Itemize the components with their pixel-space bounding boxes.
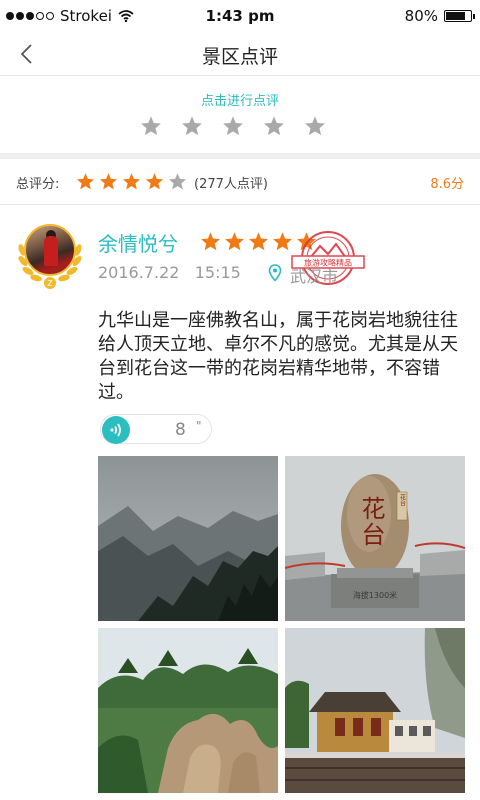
review-content: 九华山是一座佛教名山，属于花岗岩地貌往往给人顶天立地、卓尔不凡的感觉。尤其是从天… [98,310,458,403]
rate-star-icon[interactable] [222,115,244,137]
rate-hint[interactable]: 点击进行点评 [0,90,480,109]
audio-duration: 8 [175,420,186,440]
status-bar: Strokei 1:43 pm 80% [0,0,480,32]
voice-wave-icon [110,423,121,437]
rate-stars [140,115,326,137]
overall-star-icon [122,173,141,190]
user-name[interactable]: 余情悦兮 [98,228,178,257]
overall-star-icon [145,173,164,190]
photo-misty-mountains[interactable] [98,456,278,621]
rate-star-icon[interactable] [304,115,326,137]
photo-stone-carving[interactable]: 花台 花台 海拔1300米 [285,456,465,621]
review-location[interactable]: 武汉市 [290,263,338,287]
photo-plaque-text: 花台 [399,493,406,507]
review-photos: 花台 花台 海拔1300米 [98,456,466,796]
photo-granite-rocks[interactable] [98,628,278,793]
overall-star-icon [99,173,118,190]
overall-score-stars [76,172,187,191]
play-audio-button[interactable] [102,416,130,444]
user-star-icon [201,232,220,251]
review-count: (277人点评) [194,177,268,192]
review-time: 15:15 [194,263,241,282]
rate-star-icon[interactable] [181,115,203,137]
overall-score-row: 总评分: (277人点评) 8.6分 [0,159,480,205]
user-star-icon [249,232,268,251]
photo-temple[interactable] [285,628,465,793]
battery-icon [444,10,475,22]
rate-star-icon[interactable] [140,115,162,137]
avatar-figure-body [44,236,58,266]
audio-player[interactable]: 8 " [100,414,212,444]
status-right: 80% [404,0,475,32]
user-avatar-wrap[interactable]: Z [14,220,86,292]
review-datetime: 2016.7.22 15:15 [98,263,241,282]
photo-base-text: 海拔1300米 [353,590,397,600]
overall-score-value: 8.6分 [430,177,464,192]
battery-percent: 80% [404,7,438,25]
overall-star-icon [76,173,95,190]
review-date: 2016.7.22 [98,263,180,282]
svg-text:Z: Z [47,279,53,288]
photo-stone-text: 花台 [357,496,385,548]
avatar [24,224,76,276]
location-pin-icon [268,264,282,282]
rate-section: 点击进行点评 [0,77,480,153]
rate-star-icon[interactable] [263,115,285,137]
overall-star-icon [168,173,187,190]
battery-fill [446,12,466,20]
audio-duration-unit: " [196,419,202,433]
overall-score-label: 总评分: [16,177,60,192]
review-card: Z 余情悦兮 旅游攻略精品 2016.7.22 15:15 武汉市 九华山是一座… [0,206,480,800]
page-title: 景区点评 [201,46,278,68]
user-star-icon [225,232,244,251]
nav-bar: 景区点评 [0,32,480,76]
